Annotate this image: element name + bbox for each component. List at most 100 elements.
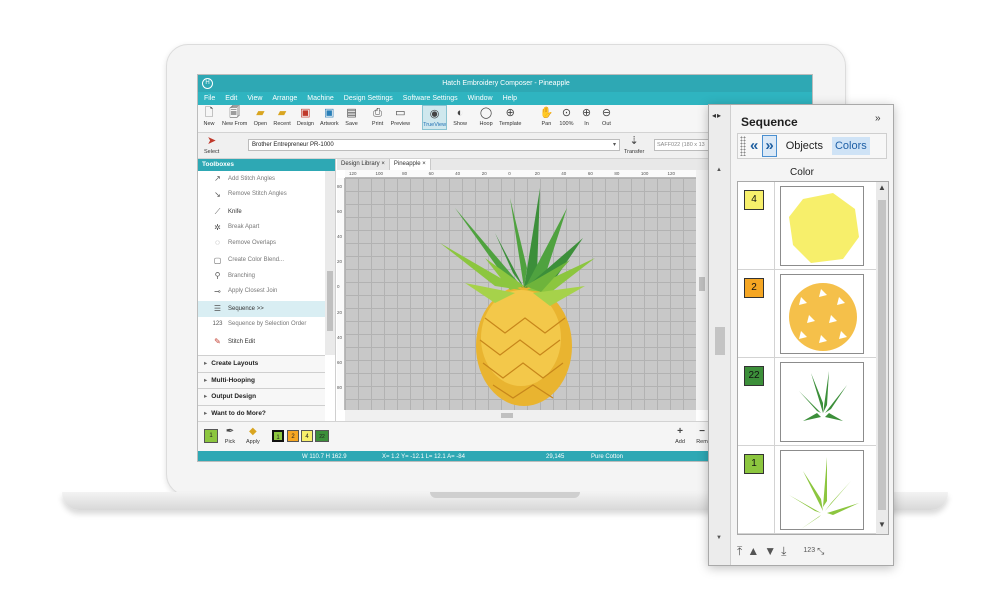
move-last-icon[interactable]: » [762, 135, 777, 157]
hoop-button[interactable]: ◯ Hoop [479, 105, 493, 128]
expand-panel-icon[interactable]: » [875, 113, 881, 124]
ruler-tick-label: 40 [455, 171, 461, 176]
scroll-thumb[interactable] [715, 327, 725, 355]
tool-apply-closest-join[interactable]: ⊸ Apply Closest Join [198, 284, 325, 300]
move-to-top-icon[interactable]: ⤒ [737, 544, 742, 559]
collapse-arrows-icon[interactable]: ◂▸ [712, 111, 722, 120]
menu-view[interactable]: View [247, 92, 262, 105]
show-button[interactable]: ◐ Show [453, 105, 467, 128]
tool-branching[interactable]: ⚲ Branching [198, 268, 325, 284]
scroll-up-icon[interactable]: ▲ [878, 183, 886, 192]
new-from-button[interactable]: 🗐 New From [222, 105, 247, 128]
pan-button[interactable]: ✋ Pan [539, 105, 554, 128]
transfer-icon: ⇣ [629, 135, 639, 147]
menu-help[interactable]: Help [503, 92, 517, 105]
list-item[interactable]: 1 [738, 446, 876, 534]
artwork-button[interactable]: ▣ Artwork [320, 105, 339, 128]
scroll-down-icon[interactable]: ▼ [716, 535, 722, 541]
move-to-bottom-icon[interactable]: ⤓ [781, 544, 786, 559]
sequence-by-number-icon[interactable]: 123 [803, 547, 815, 555]
zoom-out-button[interactable]: ⊖ Out [599, 105, 613, 128]
menu-edit[interactable]: Edit [225, 92, 237, 105]
scroll-thumb[interactable] [327, 271, 333, 331]
tab-pineapple[interactable]: Pineapple × [389, 159, 431, 170]
add-color-button[interactable]: + Add [674, 426, 686, 446]
trueview-button[interactable]: ◉ TrueView [422, 105, 448, 130]
artwork-label: Artwork [319, 121, 339, 127]
tool-create-color-blend[interactable]: ▢ Create Color Blend... [198, 253, 325, 269]
group-multi-hooping[interactable]: ▸ Multi-Hooping [198, 371, 325, 388]
close-icon[interactable]: × [381, 161, 385, 167]
palette-swatch-22[interactable]: 22 [315, 430, 329, 442]
tool-knife[interactable]: ⟋ Knife [198, 204, 325, 220]
group-label: Multi-Hooping [211, 376, 255, 384]
dark-green-leaves-preview [799, 371, 847, 421]
palette-swatch-4[interactable]: 4 [301, 430, 313, 442]
save-button[interactable]: ▤ Save [345, 105, 359, 128]
tool-remove-overlaps[interactable]: ◌ Remove Overlaps [198, 235, 325, 251]
machine-select[interactable]: Brother Entrepreneur PR-1000 ▾ [248, 139, 620, 151]
tab-colors[interactable]: Colors [831, 137, 870, 155]
select-tool-button[interactable]: ➤ Select [204, 135, 219, 156]
move-up-icon[interactable]: ▲ [747, 544, 759, 558]
ruler-tick-label: 100 [375, 171, 384, 176]
menu-arrange[interactable]: Arrange [272, 92, 297, 105]
pineapple-leaves [440, 188, 595, 306]
preview-label: Preview [390, 121, 411, 127]
list-item[interactable]: 4 [738, 182, 876, 270]
tool-sequence[interactable]: ☰ Sequence >> [198, 301, 325, 317]
open-button[interactable]: ▰ Open [253, 105, 267, 128]
move-down-icon[interactable]: ▼ [764, 544, 776, 558]
recent-button[interactable]: ▰ Recent [273, 105, 290, 128]
tool-add-stitch-angles[interactable]: ↗ Add Stitch Angles [198, 171, 325, 187]
menu-design-settings[interactable]: Design Settings [344, 92, 393, 105]
menu-window[interactable]: Window [468, 92, 493, 105]
group-output-design[interactable]: ▸ Output Design [198, 388, 325, 405]
tab-design-library[interactable]: Design Library × [337, 159, 390, 170]
apply-button[interactable]: ◆ Apply [246, 426, 260, 446]
tool-remove-stitch-angles[interactable]: ↘ Remove Stitch Angles [198, 187, 325, 203]
scroll-thumb[interactable] [878, 200, 886, 510]
menu-software-settings[interactable]: Software Settings [403, 92, 458, 105]
close-icon[interactable]: × [422, 161, 426, 167]
toolboxes-header: Toolboxes [198, 159, 335, 171]
tab-objects[interactable]: Objects [783, 137, 826, 155]
scroll-thumb[interactable] [501, 413, 513, 418]
zoom-in-icon: ⊕ [581, 107, 592, 119]
status-fabric: Pure Cotton [591, 454, 624, 460]
design-canvas[interactable] [345, 178, 696, 410]
move-first-icon[interactable]: « [750, 136, 758, 156]
tool-break-apart[interactable]: ✲ Break Apart [198, 220, 325, 236]
preview-button[interactable]: ▭ Preview [391, 105, 411, 128]
hoop-field[interactable]: SAFF022 (180 x 13 [654, 139, 716, 151]
scroll-thumb[interactable] [699, 277, 705, 291]
current-color-swatch[interactable]: 1 [204, 429, 218, 443]
print-button[interactable]: ⎙ Print [371, 105, 385, 128]
list-item[interactable]: 2 [738, 270, 876, 358]
tool-sequence-by-selection[interactable]: 123 Sequence by Selection Order [198, 317, 325, 333]
scroll-up-icon[interactable]: ▲ [716, 167, 722, 173]
new-button[interactable]: 🗋 New [202, 105, 216, 128]
zoom-in-button[interactable]: ⊕ In [579, 105, 593, 128]
group-want-more[interactable]: ▸ Want to do More? [198, 404, 325, 421]
menu-machine[interactable]: Machine [307, 92, 333, 105]
resequence-icon[interactable]: ⤡ [817, 546, 824, 557]
scroll-down-icon[interactable]: ▼ [878, 520, 886, 529]
pick-button[interactable]: ✒ Pick [224, 426, 236, 446]
palette-swatch-1[interactable]: 1 [272, 430, 284, 442]
menu-file[interactable]: File [204, 92, 215, 105]
design-button[interactable]: ▣ Design [297, 105, 314, 128]
transfer-button[interactable]: ⇣ Transfer [624, 135, 644, 156]
remove-color-button[interactable]: − Rem [696, 426, 708, 446]
group-create-layouts[interactable]: ▸ Create Layouts [198, 355, 325, 372]
list-item[interactable]: 22 [738, 358, 876, 446]
grip-icon[interactable] [740, 136, 746, 156]
canvas-horizontal-scrollbar[interactable] [345, 410, 696, 421]
tool-label: Break Apart [228, 224, 260, 231]
sequence-scrollbar[interactable]: ▲ ▼ [876, 182, 888, 534]
palette-swatch-2[interactable]: 2 [287, 430, 299, 442]
zoom-100-button[interactable]: ⊙ 100% [559, 105, 573, 128]
template-button[interactable]: ⊕ Template [499, 105, 521, 128]
toolbox-scrollbar[interactable] [325, 171, 335, 355]
tool-stitch-edit[interactable]: ✎ Stitch Edit [198, 334, 325, 350]
